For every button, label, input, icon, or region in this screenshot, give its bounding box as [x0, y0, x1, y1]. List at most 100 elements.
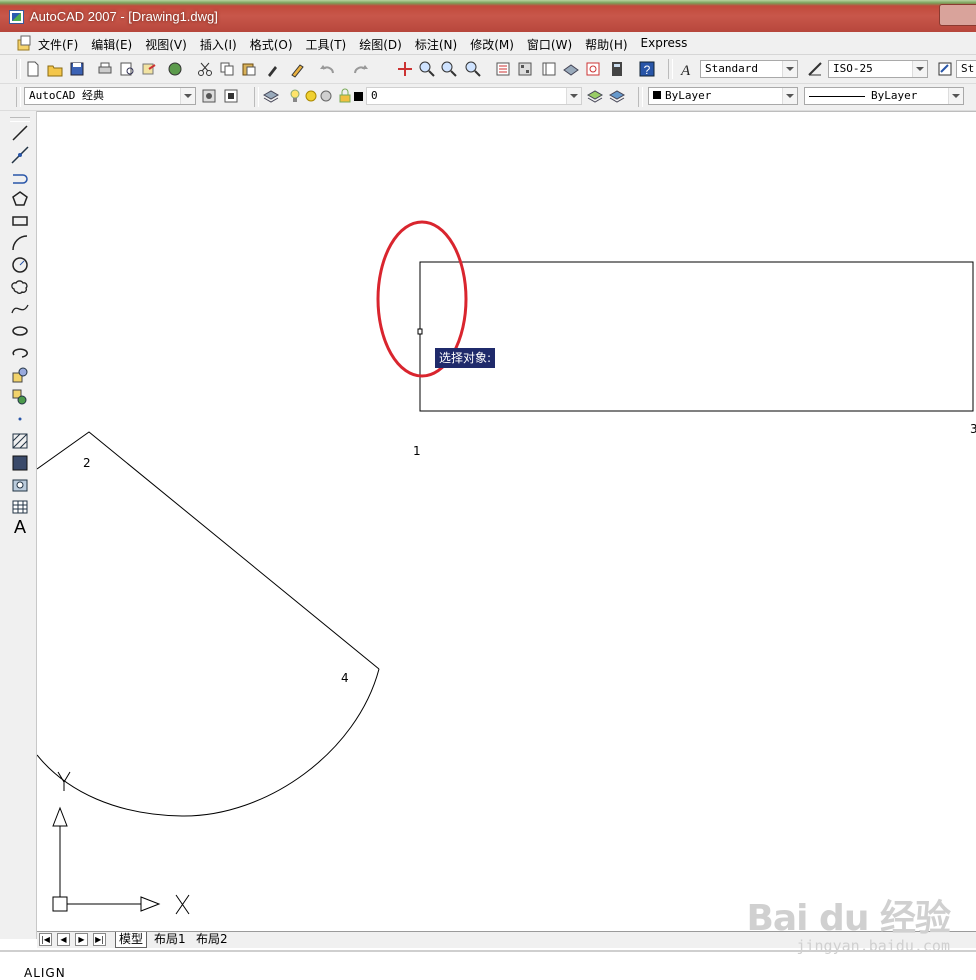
- layer-previous-icon[interactable]: [608, 87, 626, 105]
- document-icon[interactable]: [16, 35, 32, 51]
- ellipse-arc-icon[interactable]: [10, 343, 30, 363]
- table-style-icon[interactable]: [936, 60, 954, 78]
- menu-dimension[interactable]: 标注(N): [415, 36, 457, 53]
- multiline-text-icon[interactable]: A: [10, 517, 30, 537]
- chevron-down-icon[interactable]: [912, 61, 927, 77]
- window-minimize-button[interactable]: [939, 4, 976, 26]
- sector-arc-entity[interactable]: [37, 668, 380, 817]
- new-icon[interactable]: [24, 60, 42, 78]
- color-select[interactable]: ByLayer: [648, 87, 798, 105]
- toolbar-grip[interactable]: [10, 117, 30, 122]
- dimension-style-icon[interactable]: [806, 60, 824, 78]
- menu-modify[interactable]: 修改(M): [470, 36, 514, 53]
- last-tab-icon[interactable]: ▶|: [93, 933, 106, 946]
- plot-preview-icon[interactable]: [118, 60, 136, 78]
- menu-express[interactable]: Express: [641, 36, 688, 53]
- help-icon[interactable]: ?: [638, 60, 656, 78]
- menu-file[interactable]: 文件(F): [38, 36, 78, 53]
- chevron-down-icon[interactable]: [782, 61, 797, 77]
- rectangle-icon[interactable]: [10, 211, 30, 231]
- table-icon[interactable]: [10, 497, 30, 517]
- toolbar-grip[interactable]: [254, 87, 259, 107]
- zoom-realtime-icon[interactable]: [418, 60, 436, 78]
- construction-line-icon[interactable]: [10, 145, 30, 165]
- cut-icon[interactable]: [196, 60, 214, 78]
- zoom-window-icon[interactable]: [440, 60, 458, 78]
- spline-icon[interactable]: [10, 299, 30, 319]
- redo-icon[interactable]: [352, 60, 370, 78]
- ellipse-icon[interactable]: [10, 321, 30, 341]
- menu-edit[interactable]: 编辑(E): [91, 36, 132, 53]
- chevron-down-icon[interactable]: [782, 88, 797, 104]
- autocad-app-icon[interactable]: [9, 10, 24, 24]
- publish-icon[interactable]: [140, 60, 158, 78]
- save-icon[interactable]: [68, 60, 86, 78]
- pan-icon[interactable]: [396, 60, 414, 78]
- toolbar-grip[interactable]: [16, 59, 21, 79]
- copy-icon[interactable]: [218, 60, 236, 78]
- previous-tab-icon[interactable]: ◀: [57, 933, 70, 946]
- linetype-select[interactable]: ByLayer: [804, 87, 964, 105]
- text-style-icon[interactable]: A: [678, 60, 696, 78]
- drawing-geometry[interactable]: [37, 112, 976, 932]
- tab-layout1[interactable]: 布局1: [151, 932, 189, 947]
- toolbar-grip[interactable]: [638, 87, 643, 107]
- make-block-icon[interactable]: [10, 387, 30, 407]
- insert-block-icon[interactable]: [10, 365, 30, 385]
- paste-icon[interactable]: [240, 60, 258, 78]
- calculator-icon[interactable]: [608, 60, 626, 78]
- tool-palettes-icon[interactable]: [540, 60, 558, 78]
- point-icon[interactable]: [10, 409, 30, 429]
- table-style-select[interactable]: St: [956, 60, 976, 78]
- menu-insert[interactable]: 插入(I): [200, 36, 237, 53]
- toolbar-grip[interactable]: [16, 87, 21, 107]
- draw-toolbar: A: [0, 111, 37, 939]
- toolbar-grip[interactable]: [668, 59, 673, 79]
- block-editor-icon[interactable]: [288, 60, 306, 78]
- tab-layout2[interactable]: 布局2: [193, 932, 231, 947]
- design-center-icon[interactable]: [516, 60, 534, 78]
- selection-grip[interactable]: [417, 328, 423, 335]
- arc-icon[interactable]: [10, 233, 30, 253]
- gradient-icon[interactable]: [10, 453, 30, 473]
- undo-icon[interactable]: [318, 60, 336, 78]
- text-style-select[interactable]: Standard: [700, 60, 798, 78]
- revision-cloud-icon[interactable]: [10, 277, 30, 297]
- workspace-select[interactable]: AutoCAD 经典: [24, 87, 196, 105]
- my-workspace-icon[interactable]: [222, 87, 240, 105]
- polyline-icon[interactable]: [10, 167, 30, 187]
- command-text: ALIGN: [24, 966, 66, 980]
- workspace-settings-icon[interactable]: [200, 87, 218, 105]
- chevron-down-icon[interactable]: [948, 88, 963, 104]
- menu-help[interactable]: 帮助(H): [585, 36, 627, 53]
- chevron-down-icon[interactable]: [566, 88, 581, 104]
- markup-icon[interactable]: [584, 60, 602, 78]
- menu-format[interactable]: 格式(O): [250, 36, 293, 53]
- line-icon[interactable]: [10, 123, 30, 143]
- menu-window[interactable]: 窗口(W): [527, 36, 572, 53]
- drawing-canvas[interactable]: 1 2 3 4 选择对象:: [37, 111, 976, 932]
- sheet-set-icon[interactable]: [562, 60, 580, 78]
- open-icon[interactable]: [46, 60, 64, 78]
- region-icon[interactable]: [10, 475, 30, 495]
- first-tab-icon[interactable]: |◀: [39, 933, 52, 946]
- layer-manager-icon[interactable]: [262, 87, 280, 105]
- zoom-previous-icon[interactable]: [464, 60, 482, 78]
- properties-icon[interactable]: [494, 60, 512, 78]
- rectangle-entity[interactable]: [419, 261, 974, 412]
- polygon-icon[interactable]: [10, 189, 30, 209]
- dimension-style-select[interactable]: ISO-25: [828, 60, 928, 78]
- circle-icon[interactable]: [10, 255, 30, 275]
- tab-model[interactable]: 模型: [115, 932, 148, 948]
- menu-view[interactable]: 视图(V): [145, 36, 187, 53]
- print-icon[interactable]: [96, 60, 114, 78]
- 3d-dwf-icon[interactable]: [166, 60, 184, 78]
- hatch-icon[interactable]: [10, 431, 30, 451]
- layer-select[interactable]: 0: [366, 87, 582, 105]
- menu-tools[interactable]: 工具(T): [306, 36, 347, 53]
- make-layer-current-icon[interactable]: [586, 87, 604, 105]
- menu-draw[interactable]: 绘图(D): [359, 36, 402, 53]
- next-tab-icon[interactable]: ▶: [75, 933, 88, 946]
- chevron-down-icon[interactable]: [180, 88, 195, 104]
- match-properties-icon[interactable]: [264, 60, 282, 78]
